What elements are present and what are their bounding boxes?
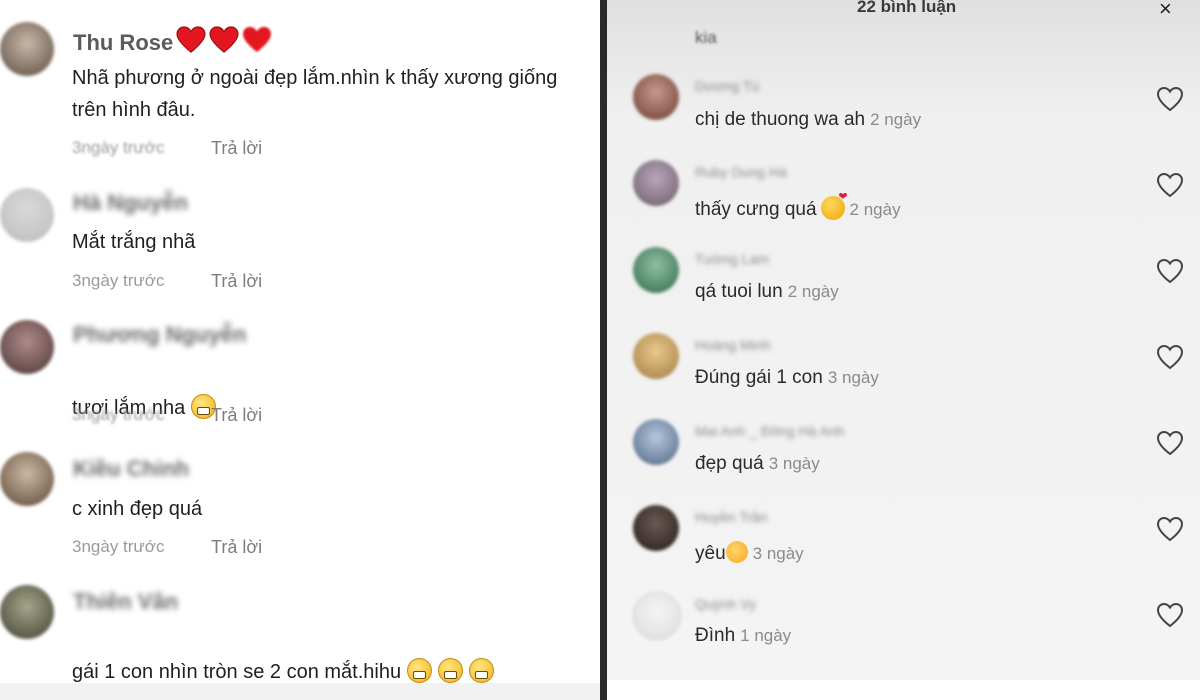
comment-time: 3 ngày [768,454,820,473]
laugh-emoji-icon [438,658,464,683]
kiss-emoji-icon [820,190,848,220]
like-heart-icon[interactable] [1156,344,1184,370]
like-heart-icon[interactable] [1156,86,1184,112]
right-comment-panel: 22 bình luận × kia Dương Tú chị de thuon… [607,0,1200,700]
comment-time: 1 ngày [740,626,792,645]
comment-text: thấy cưng quá 2 ngày [695,190,901,221]
avatar[interactable] [633,419,679,465]
like-heart-icon[interactable] [1156,430,1184,456]
comment-username[interactable]: Thu Rose [73,26,272,56]
comment-text-body: đẹp quá [695,453,764,474]
comment-time: 3 ngày [752,544,804,563]
red-heart-icon [176,26,206,53]
comment-text: chị de thuong wa ah 2 ngày [695,109,921,131]
comment-text-body: Đình [695,625,736,646]
comment-text: gái 1 con nhìn tròn se 2 con mắt.hihu [72,624,600,688]
comment-username[interactable]: Phương Nguyễn [73,322,246,348]
reply-button[interactable]: Trả lời [211,405,262,426]
comment-text: Nhã phương ở ngoài đẹp lắm.nhìn k thấy x… [72,67,558,121]
comment-input-bar[interactable] [0,683,600,700]
comment-username[interactable]: Huyền Trần [695,509,767,525]
comment-text: qá tuoi lun 2 ngày [695,281,839,303]
avatar[interactable] [633,333,679,379]
comment-username[interactable]: Quỳnh Vy [695,596,756,612]
avatar[interactable] [633,247,679,293]
like-heart-icon[interactable] [1156,516,1184,542]
reply-button[interactable]: Trả lời [211,271,262,292]
username-text: Thu Rose [73,30,174,55]
avatar[interactable] [0,585,54,639]
avatar[interactable] [0,22,54,76]
comment-username[interactable]: Hà Nguyễn [73,190,188,216]
like-heart-icon[interactable] [1156,172,1184,198]
comment-username[interactable]: Dương Tú [695,78,759,94]
comment-time: 3ngày trước [72,537,165,556]
avatar[interactable] [0,452,54,506]
laugh-emoji-icon [469,658,495,683]
comment-username[interactable]: Mai Anh _ Đông Hà Anh [695,423,844,439]
close-icon[interactable]: × [1159,0,1172,22]
shy-emoji-icon [725,541,748,563]
avatar[interactable] [633,505,679,551]
like-heart-icon[interactable] [1156,602,1184,628]
comment-time: 2 ngày [849,200,901,219]
red-heart-icon [209,26,239,53]
comment-text: Mắt trắng nhã [72,231,196,253]
comment-text-body: qá tuoi lun [695,281,783,302]
comment-username[interactable]: Tường Lam [695,251,769,267]
comment-username[interactable]: Kiều Chinh [73,456,189,482]
laugh-emoji-icon [407,658,433,683]
left-comment-panel: Thu Rose Nhã phương ở ngoài đẹp lắm.nhìn… [0,0,600,700]
comment-username[interactable]: Hoàng Minh [695,337,771,353]
comments-header: 22 bình luận × [607,0,1200,24]
comment-time: 3 ngày [827,368,879,387]
avatar[interactable] [0,320,54,374]
previous-comment-snippet: kia [695,28,717,47]
comment-username[interactable]: Thiên Vân [73,589,178,615]
comment-text: Đúng gái 1 con 3 ngày [695,367,879,389]
comment-text-body: yêu [695,543,726,564]
reply-button[interactable]: Trả lời [211,138,262,159]
avatar[interactable] [633,74,679,120]
avatar[interactable] [0,188,54,242]
comment-input-bar[interactable] [607,680,1200,700]
comment-text-body: chị de thuong wa ah [695,109,866,130]
comment-time: 3ngày trước [72,271,165,290]
comment-time: 3ngày trước [72,138,165,157]
red-heart-icon [243,26,272,53]
comment-text: Đình 1 ngày [695,625,791,647]
comment-time: 3ngày trước [72,405,165,424]
like-heart-icon[interactable] [1156,258,1184,284]
comment-text-body: thấy cưng quá [695,199,817,220]
comment-text-body: gái 1 con nhìn tròn se 2 con mắt.hihu [72,661,402,683]
avatar[interactable] [633,592,681,640]
comment-time: 2 ngày [870,110,922,129]
comment-text-body: Đúng gái 1 con [695,367,823,388]
comment-count-title: 22 bình luận [857,0,957,16]
comment-text: đẹp quá 3 ngày [695,453,820,475]
reply-button[interactable]: Trả lời [211,537,262,558]
comment-time: 2 ngày [787,282,839,301]
comment-text: yêu 3 ngày [695,541,804,565]
comment-username[interactable]: Ruby Dung Hà [695,164,787,180]
comment-text: c xinh đẹp quá [72,498,203,520]
avatar[interactable] [633,160,679,206]
image-divider [600,0,607,700]
